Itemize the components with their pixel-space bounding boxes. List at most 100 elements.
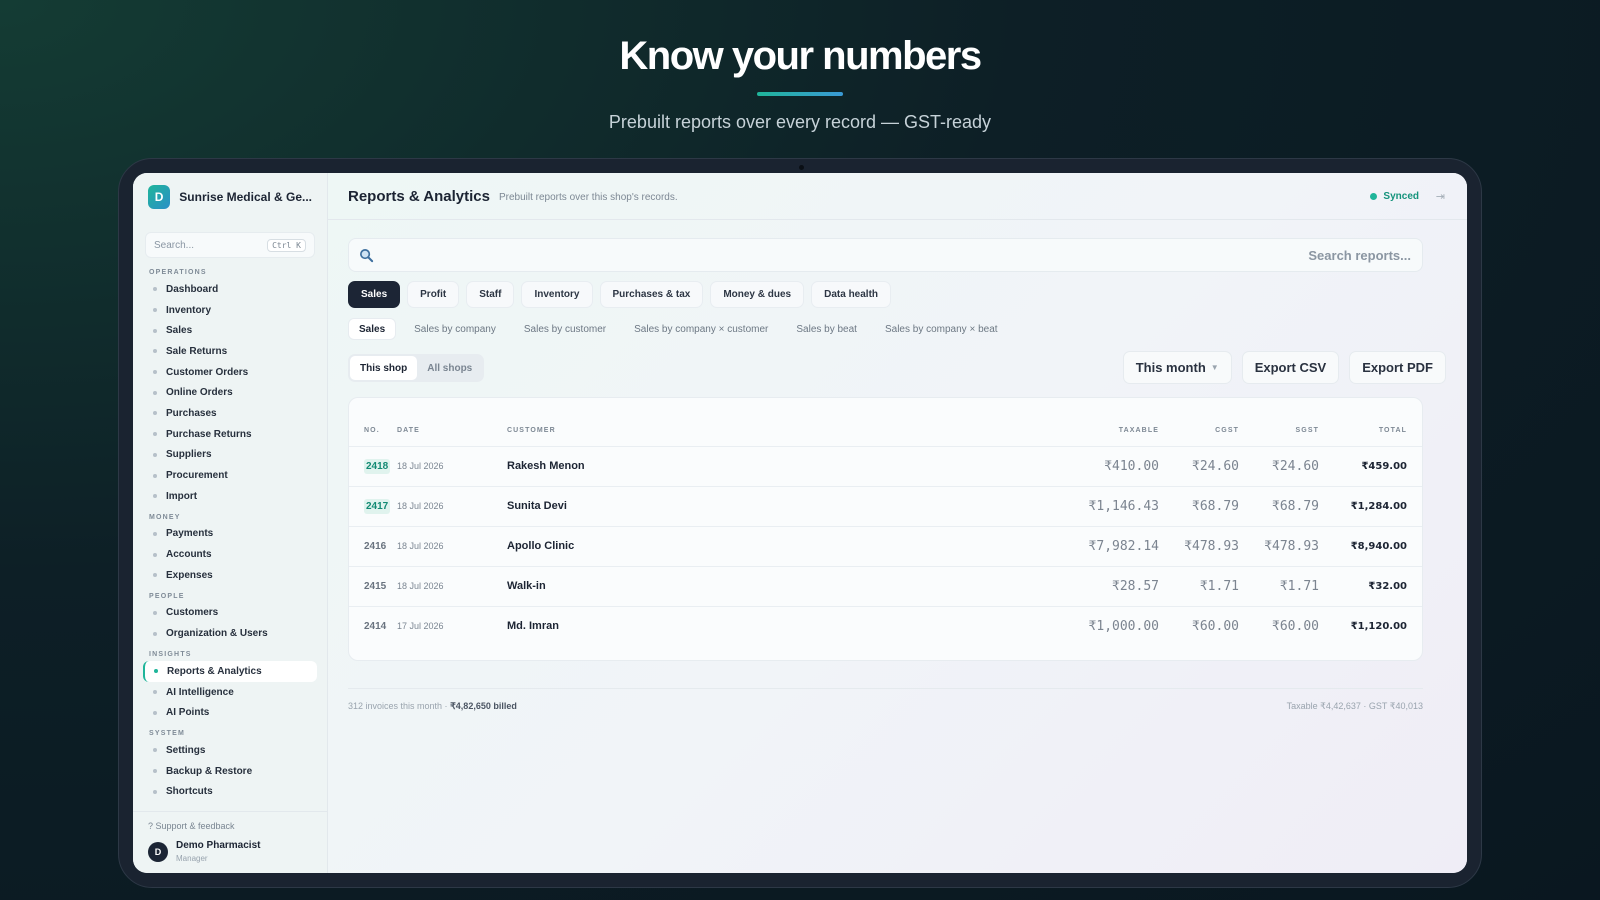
subtab-sales-by-company-customer[interactable]: Sales by company × customer	[624, 318, 778, 340]
invoice-number[interactable]: 2417	[364, 499, 391, 514]
report-actions: This month ▼ Export CSV Export PDF	[1122, 351, 1446, 384]
cell-total: ₹459.00	[1319, 445, 1422, 486]
bullet-icon	[153, 531, 157, 536]
sidebar-item-label: Customers	[166, 607, 219, 619]
tab-sales[interactable]: Sales	[348, 281, 401, 308]
tab-profit[interactable]: Profit	[407, 281, 460, 308]
sync-status: Synced	[1370, 191, 1419, 202]
cell-cgst: ₹478.93	[1159, 525, 1239, 566]
period-select[interactable]: This month ▼	[1122, 351, 1232, 384]
sidebar-item-inventory[interactable]: Inventory	[133, 300, 327, 321]
taxable-amount: ₹410.00	[1104, 458, 1159, 474]
sidebar-item-ai-points[interactable]: AI Points	[133, 702, 327, 723]
tab-money-dues[interactable]: Money & dues	[710, 281, 805, 308]
sidebar-item-settings[interactable]: Settings	[133, 740, 327, 761]
table-row[interactable]: 2415 18 Jul 2026 Walk-in ₹28.57 ₹1.71 ₹1.71 ₹3…	[349, 565, 1422, 606]
user-role: Manager	[176, 854, 208, 863]
invoice-number[interactable]: 2418	[364, 459, 391, 474]
subtab-sales-by-company-beat[interactable]: Sales by company × beat	[875, 318, 1008, 340]
cell-customer: Walk-in	[507, 565, 1049, 606]
cell-taxable: ₹7,982.14	[1049, 525, 1159, 566]
tab-purchases-tax[interactable]: Purchases & tax	[599, 281, 704, 308]
collapse-panel-icon[interactable]: ⇥	[1436, 190, 1445, 203]
sgst-amount: ₹60.00	[1272, 618, 1319, 634]
tab-data-health[interactable]: Data health	[811, 281, 892, 308]
cell-taxable: ₹410.00	[1049, 445, 1159, 486]
taxable-amount: ₹28.57	[1112, 578, 1159, 594]
table-header-row: NO. DATE CUSTOMER TAXABLE CGST SGST TOTAL	[349, 398, 1422, 446]
table-row[interactable]: 2418 18 Jul 2026 Rakesh Menon ₹410.00 ₹24.60…	[349, 445, 1422, 486]
scope-all-shops[interactable]: All shops	[417, 356, 482, 380]
sidebar-item-ai-intelligence[interactable]: AI Intelligence	[133, 682, 327, 703]
sidebar-item-label: Suppliers	[166, 449, 212, 461]
sidebar-item-online-orders[interactable]: Online Orders	[133, 382, 327, 403]
table-body: 2418 18 Jul 2026 Rakesh Menon ₹410.00 ₹24.60…	[349, 445, 1422, 646]
sidebar-item-label: Dashboard	[166, 283, 219, 295]
invoice-number[interactable]: 2414	[364, 621, 386, 632]
sales-table: NO. DATE CUSTOMER TAXABLE CGST SGST TOTAL 2418…	[349, 398, 1422, 646]
invoice-date: 17 Jul 2026	[397, 621, 444, 632]
sidebar-item-label: Sales	[166, 325, 193, 337]
sidebar-item-sale-returns[interactable]: Sale Returns	[133, 341, 327, 362]
report-search-input[interactable]: Search reports...	[348, 238, 1423, 272]
sidebar-item-purchases[interactable]: Purchases	[133, 403, 327, 424]
sidebar-item-procurement[interactable]: Procurement	[133, 465, 327, 486]
sgst-amount: ₹478.93	[1264, 538, 1319, 554]
sidebar-item-accounts[interactable]: Accounts	[133, 544, 327, 565]
sidebar-item-reports-analytics[interactable]: Reports & Analytics	[143, 661, 317, 682]
sidebar-item-purchase-returns[interactable]: Purchase Returns	[133, 424, 327, 445]
brand[interactable]: D Sunrise Medical & Ge...	[133, 173, 327, 220]
nav-group-people: PEOPLE Customers Organization & Users	[133, 590, 327, 644]
cell-cgst: ₹1.71	[1159, 565, 1239, 606]
export-pdf-button[interactable]: Export PDF	[1349, 351, 1446, 384]
tab-inventory[interactable]: Inventory	[521, 281, 593, 308]
sidebar-item-expenses[interactable]: Expenses	[133, 565, 327, 586]
period-select-label: This month	[1135, 360, 1206, 375]
column-header-sgst: SGST	[1295, 427, 1319, 435]
report-category-tabs: Sales Profit Staff Inventory Purchases & tax…	[348, 281, 892, 308]
export-csv-button[interactable]: Export CSV	[1241, 351, 1340, 384]
table-row[interactable]: 2414 17 Jul 2026 Md. Imran ₹1,000.00 ₹60.00 ₹…	[349, 605, 1422, 646]
invoice-number[interactable]: 2415	[364, 581, 386, 592]
subtab-sales[interactable]: Sales	[348, 318, 397, 340]
sidebar-item-label: Sale Returns	[166, 345, 228, 357]
bullet-icon	[153, 432, 157, 437]
cell-customer: Rakesh Menon	[507, 445, 1049, 486]
sidebar-item-organization-users[interactable]: Organization & Users	[133, 623, 327, 644]
bullet-icon	[153, 411, 157, 416]
subtab-sales-by-customer[interactable]: Sales by customer	[514, 318, 616, 340]
sidebar-search-input[interactable]: Search... Ctrl K	[145, 232, 315, 258]
nav-heading: INSIGHTS	[149, 651, 192, 658]
cell-no: 2417	[349, 485, 397, 526]
sidebar-item-customer-orders[interactable]: Customer Orders	[133, 362, 327, 383]
support-link[interactable]: ? Support & feedback	[148, 821, 312, 831]
column-header-cgst: CGST	[1215, 427, 1239, 435]
table-row[interactable]: 2417 18 Jul 2026 Sunita Devi ₹1,146.43 ₹68.7…	[349, 485, 1422, 526]
nav-heading: SYSTEM	[149, 730, 185, 738]
invoice-number[interactable]: 2416	[364, 541, 386, 552]
scope-this-shop[interactable]: This shop	[350, 356, 418, 380]
nav-group-insights: INSIGHTS Reports & Analytics AI Intelligen…	[133, 648, 327, 723]
sidebar-item-dashboard[interactable]: Dashboard	[133, 279, 327, 300]
bullet-icon	[154, 669, 158, 674]
user-name: Demo Pharmacist	[176, 840, 261, 851]
invoice-date: 18 Jul 2026	[397, 541, 444, 551]
sidebar-item-customers[interactable]: Customers	[133, 603, 327, 624]
sidebar-item-suppliers[interactable]: Suppliers	[133, 445, 327, 466]
sidebar-item-sales[interactable]: Sales	[133, 320, 327, 341]
sidebar-item-import[interactable]: Import	[133, 486, 327, 507]
sidebar-item-payments[interactable]: Payments	[133, 524, 327, 545]
user-profile[interactable]: D Demo Pharmacist Manager	[148, 840, 312, 863]
subtab-sales-by-beat[interactable]: Sales by beat	[786, 318, 867, 340]
subtab-sales-by-company[interactable]: Sales by company	[404, 318, 506, 340]
table-row[interactable]: 2416 18 Jul 2026 Apollo Clinic ₹7,982.14 ₹47…	[349, 525, 1422, 566]
cell-total: ₹1,284.00	[1319, 485, 1422, 526]
nav-heading: OPERATIONS	[149, 269, 207, 276]
sidebar-item-label: Reports & Analytics	[167, 665, 262, 677]
customer-name: Apollo Clinic	[507, 540, 575, 552]
sidebar-item-shortcuts[interactable]: Shortcuts	[133, 781, 327, 802]
tab-staff[interactable]: Staff	[466, 281, 515, 308]
invoice-count: 312 invoices this month ·	[348, 701, 448, 711]
sidebar-search-placeholder: Search...	[154, 239, 195, 251]
sidebar-item-backup-restore[interactable]: Backup & Restore	[133, 761, 327, 782]
